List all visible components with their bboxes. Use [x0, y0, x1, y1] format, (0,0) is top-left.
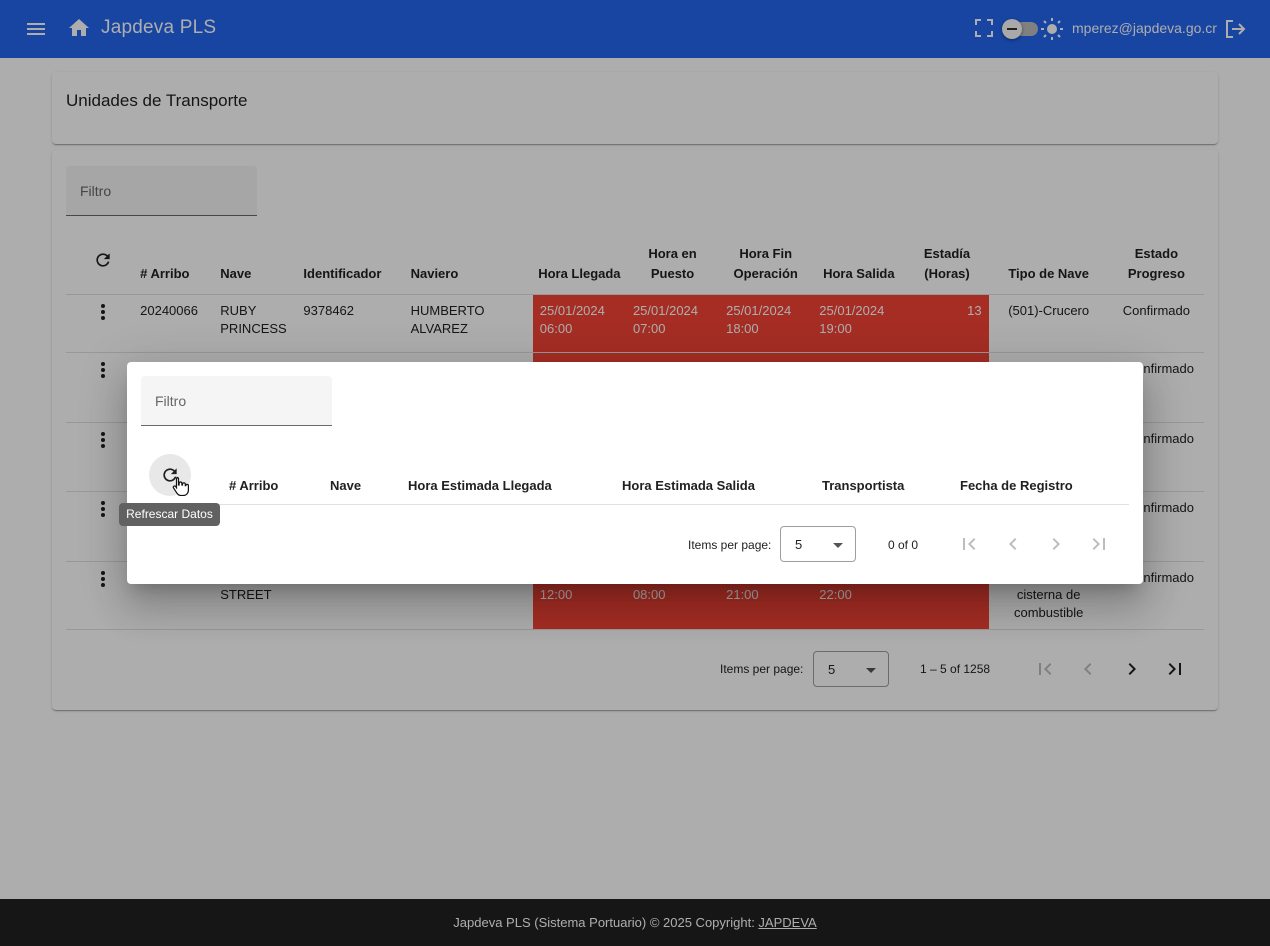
dialog-paginator: Items per page: 5 0 of 0 [127, 362, 1143, 584]
dlg-range-label: 0 of 0 [888, 538, 919, 552]
dlg-items-per-page-label: Items per page: [688, 538, 772, 552]
next-page-icon[interactable] [1044, 532, 1068, 556]
footer-text: Japdeva PLS (Sistema Portuario) © 2025 C… [453, 915, 759, 930]
dlg-page-size-value: 5 [795, 537, 803, 552]
first-page-icon[interactable] [957, 532, 981, 556]
prev-page-icon[interactable] [1001, 532, 1025, 556]
refresh-tooltip: Refrescar Datos [119, 503, 220, 526]
footer: Japdeva PLS (Sistema Portuario) © 2025 C… [0, 899, 1270, 946]
last-page-icon[interactable] [1087, 532, 1111, 556]
dlg-page-size-select[interactable]: 5 [780, 526, 856, 562]
footer-link[interactable]: JAPDEVA [758, 915, 816, 930]
dropdown-arrow-icon [833, 543, 843, 548]
dialog: Filtro # Arribo Nave Hora Estimada Llega… [127, 362, 1143, 584]
